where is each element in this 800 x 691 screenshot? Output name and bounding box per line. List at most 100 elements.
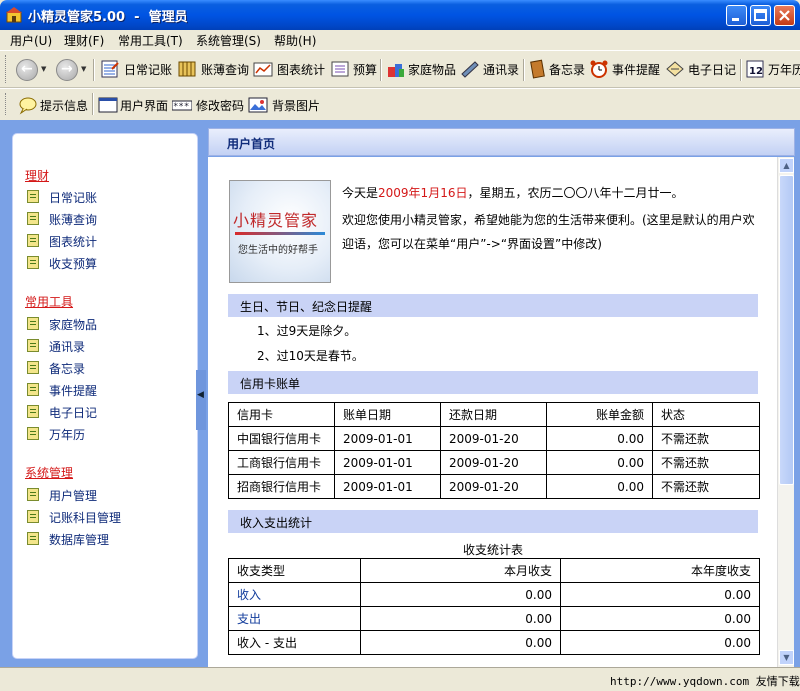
table-cell: 不需还款: [652, 474, 760, 499]
toolbar-book-label: 账薄查询: [201, 63, 250, 77]
close-button[interactable]: [774, 5, 795, 26]
forward-dropdown-icon[interactable]: ▼: [81, 65, 86, 73]
menu-tools[interactable]: 常用工具(T): [118, 32, 183, 49]
logo-slogan: 您生活中的好帮手: [238, 245, 318, 256]
sidebar-item-label: 账薄查询: [49, 213, 98, 227]
table-cell: 中国银行信用卡: [228, 426, 335, 451]
vertical-scrollbar[interactable]: ▲ ▼: [777, 157, 794, 667]
document-icon: [27, 190, 39, 203]
app-logo: 小精灵管家 您生活中的好帮手: [229, 180, 331, 283]
table-header-row: 收支类型 本月收支 本年度收支: [228, 558, 760, 583]
sidebar-item-label: 图表统计: [49, 235, 98, 249]
expense-link[interactable]: 支出: [237, 612, 261, 626]
logo-divider: [235, 232, 325, 235]
toolbar-event-label: 事件提醒: [612, 63, 661, 77]
document-icon: [27, 317, 39, 330]
toolbar-memo-label: 备忘录: [549, 63, 586, 77]
window-icon: [98, 97, 118, 113]
toolbar-items-button[interactable]: 家庭物品: [386, 57, 458, 81]
table-cell: 收入 - 支出: [228, 630, 361, 655]
toolbar-calendar-button[interactable]: 12 万年历: [745, 57, 800, 81]
table-cell: 招商银行信用卡: [228, 474, 335, 499]
table-row: 支出 0.00 0.00: [228, 606, 760, 631]
calendar-icon: 12: [746, 60, 764, 78]
toolbar-book-button[interactable]: 账薄查询: [177, 57, 253, 81]
toolbar-memo-button[interactable]: 备忘录: [528, 57, 588, 81]
toolbar-contacts-button[interactable]: 通讯录: [460, 57, 524, 81]
title-bar: 小精灵管家5.00 - 管理员: [0, 0, 800, 30]
toolbar-diary-button[interactable]: 电子日记: [665, 57, 741, 81]
menu-user[interactable]: 用户(U): [10, 32, 52, 49]
toolbar-ui-label: 用户界面: [120, 99, 169, 113]
date-suffix: ，星期五，农历二〇〇八年十二月廿一。: [467, 186, 684, 200]
sidebar-group-tools[interactable]: 常用工具: [25, 293, 73, 310]
sidebar-group-system[interactable]: 系统管理: [25, 464, 73, 481]
table-cell: 0.00: [360, 582, 561, 607]
forward-button[interactable]: →: [56, 59, 78, 81]
back-arrow-icon: ←: [21, 61, 33, 77]
menu-system[interactable]: 系统管理(S): [196, 32, 261, 49]
toolbar-ledger-button[interactable]: 日常记账: [100, 57, 176, 81]
toolbar-separator: [380, 59, 382, 81]
back-button[interactable]: ←: [16, 59, 38, 81]
toolbar-chart-button[interactable]: 图表统计: [253, 57, 329, 81]
toolbar-password-button[interactable]: *** 修改密码: [172, 93, 248, 117]
budget-icon: [331, 61, 349, 77]
toolbar-separator: [523, 59, 525, 81]
status-bar: http://www.yqdown.com 友情下载: [0, 667, 800, 691]
scroll-down-button[interactable]: ▼: [779, 650, 794, 665]
income-link[interactable]: 收入: [237, 588, 261, 602]
sidebar-item-label: 记账科目管理: [49, 511, 122, 525]
toolbar-grip[interactable]: [5, 93, 8, 115]
toolbar-separator: [93, 59, 95, 81]
column-header: 信用卡: [228, 402, 335, 427]
sidebar-item-label: 收支预算: [49, 257, 98, 271]
window-title: 小精灵管家5.00 - 管理员: [28, 10, 188, 25]
maximize-button[interactable]: [750, 5, 771, 26]
stats-table-caption: 收支统计表: [463, 543, 524, 557]
svg-text:***: ***: [173, 102, 189, 112]
table-row: 收入 0.00 0.00: [228, 582, 760, 607]
toolbar-ledger-label: 日常记账: [124, 63, 173, 77]
toolbar-background-button[interactable]: 背景图片: [248, 93, 324, 117]
credit-section-title: 信用卡账单: [240, 377, 301, 391]
collapse-arrow-icon: ◀: [197, 390, 204, 400]
secondary-toolbar: 提示信息 用户界面 *** 修改密码 背景图片: [0, 88, 800, 120]
menu-help[interactable]: 帮助(H): [274, 32, 316, 49]
date-prefix: 今天是: [342, 186, 379, 200]
sidebar-collapse-handle[interactable]: ◀: [196, 370, 206, 430]
close-icon: [779, 10, 790, 21]
sidebar-item-label: 家庭物品: [49, 318, 98, 332]
book-icon: [178, 61, 196, 77]
document-icon: [27, 361, 39, 374]
table-cell: 2009-01-01: [334, 450, 441, 475]
document-icon: [27, 405, 39, 418]
scroll-thumb[interactable]: [779, 175, 794, 485]
column-header: 本年度收支: [560, 558, 760, 583]
minimize-icon: [732, 18, 739, 21]
toolbar-tips-button[interactable]: 提示信息: [18, 93, 90, 117]
toolbar-budget-label: 预算: [353, 63, 378, 77]
table-cell: 0.00: [560, 606, 760, 631]
document-icon: [27, 256, 39, 269]
table-cell: 0.00: [560, 630, 760, 655]
back-dropdown-icon[interactable]: ▼: [41, 65, 46, 73]
toolbar-ui-button[interactable]: 用户界面: [98, 93, 170, 117]
toolbar-diary-label: 电子日记: [688, 63, 737, 77]
scroll-up-button[interactable]: ▲: [779, 158, 794, 173]
table-cell[interactable]: 收入: [228, 582, 361, 607]
toolbar-budget-button[interactable]: 预算: [330, 57, 380, 81]
table-cell[interactable]: 支出: [228, 606, 361, 631]
credit-section-header: 信用卡账单: [228, 371, 758, 394]
stats-section-header: 收入支出统计: [228, 510, 758, 533]
menu-finance[interactable]: 理财(F): [64, 32, 104, 49]
toolbar-event-button[interactable]: 事件提醒: [589, 57, 665, 81]
table-cell: 2009-01-20: [440, 426, 547, 451]
sidebar-group-finance[interactable]: 理财: [25, 167, 49, 184]
home-content: 小精灵管家 您生活中的好帮手 今天是2009年1月16日，星期五，农历二〇〇八年…: [208, 157, 777, 667]
ledger-icon: [101, 60, 119, 78]
minimize-button[interactable]: [726, 5, 747, 26]
forward-arrow-icon: →: [61, 61, 73, 77]
column-header: 还款日期: [440, 402, 547, 427]
toolbar-grip[interactable]: [5, 55, 8, 83]
